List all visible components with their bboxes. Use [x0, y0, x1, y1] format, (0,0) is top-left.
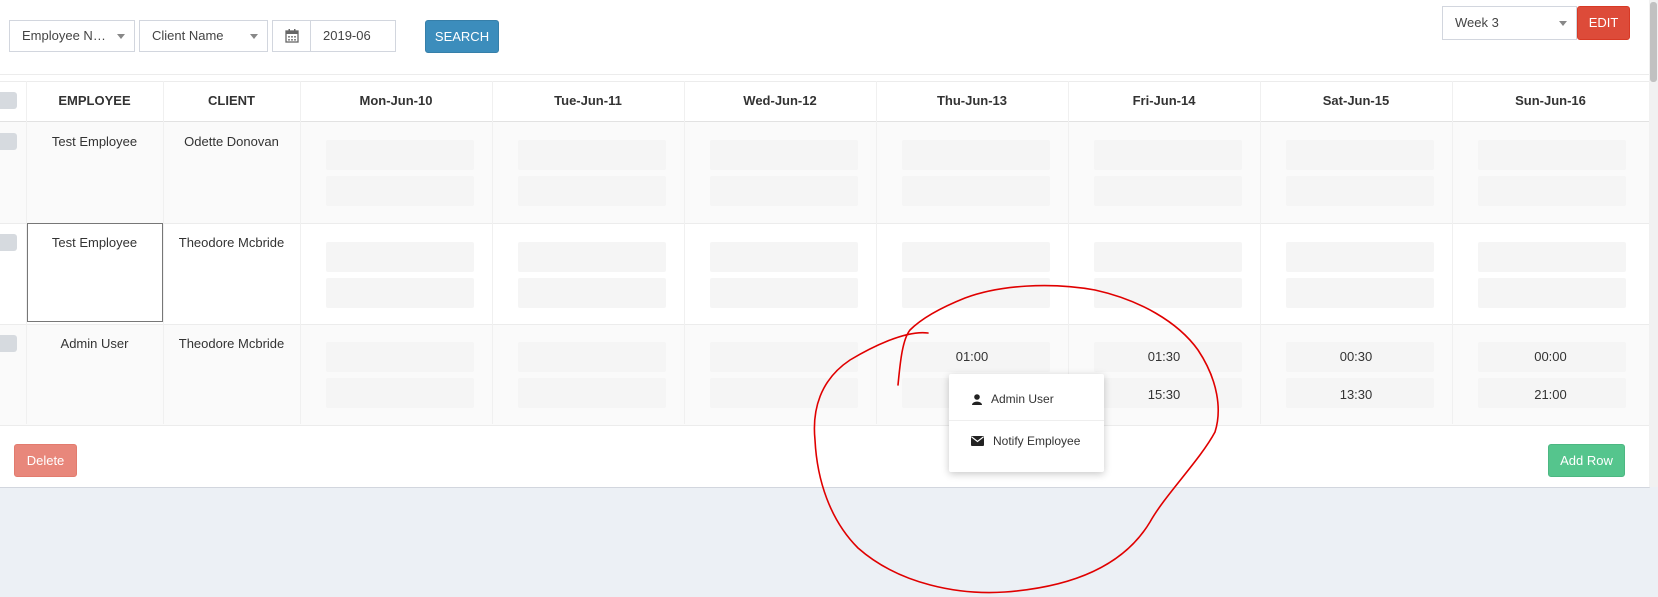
time-slot[interactable] — [902, 278, 1050, 308]
search-button[interactable]: SEARCH — [425, 20, 499, 53]
row-checkbox[interactable] — [0, 133, 17, 150]
header-wed: Wed-Jun-12 — [743, 93, 817, 108]
edit-button[interactable]: EDIT — [1577, 6, 1630, 40]
time-slot[interactable] — [326, 278, 474, 308]
menu-item-admin-user[interactable]: Admin User — [949, 379, 1104, 419]
time-slot[interactable] — [518, 242, 666, 272]
menu-item-notify-employee[interactable]: Notify Employee — [949, 421, 1104, 461]
time-slot[interactable] — [1478, 140, 1626, 170]
week-select-value: Week 3 — [1455, 15, 1499, 30]
row-checkbox[interactable] — [0, 335, 17, 352]
time-slot[interactable] — [902, 242, 1050, 272]
chevron-down-icon — [117, 34, 125, 39]
time-slot[interactable] — [1478, 176, 1626, 206]
column-divider — [876, 81, 877, 424]
time-slot[interactable] — [1094, 140, 1242, 170]
time-sun-end[interactable]: 21:00 — [1452, 387, 1649, 402]
month-input[interactable]: 2019-06 — [310, 20, 396, 52]
header-bottom-border — [0, 121, 1649, 122]
context-menu: Admin User Notify Employee — [949, 374, 1104, 472]
column-divider — [163, 81, 164, 424]
menu-item-label: Notify Employee — [993, 434, 1081, 448]
row-client[interactable]: Theodore Mcbride — [163, 336, 300, 351]
header-mon: Mon-Jun-10 — [359, 93, 433, 108]
time-slot[interactable] — [326, 342, 474, 372]
client-filter-value: Client Name — [152, 28, 224, 43]
time-slot[interactable] — [326, 140, 474, 170]
time-slot[interactable] — [710, 176, 858, 206]
header-thu: Thu-Jun-13 — [936, 93, 1008, 108]
row-divider — [0, 324, 1649, 325]
time-slot[interactable] — [1478, 242, 1626, 272]
header-tue: Tue-Jun-11 — [554, 93, 622, 108]
time-slot[interactable] — [710, 342, 858, 372]
time-thu-start[interactable]: 01:00 — [876, 349, 1068, 364]
row-checkbox[interactable] — [0, 234, 17, 251]
user-icon — [972, 394, 982, 405]
time-slot[interactable] — [1286, 176, 1434, 206]
header-fri: Fri-Jun-14 — [1132, 93, 1196, 108]
column-divider — [1452, 81, 1453, 424]
time-slot[interactable] — [902, 176, 1050, 206]
calendar-icon — [285, 29, 299, 43]
client-filter-select[interactable]: Client Name — [139, 20, 268, 52]
row-client[interactable]: Theodore Mcbride — [163, 235, 300, 250]
time-slot[interactable] — [1286, 242, 1434, 272]
employee-filter-select[interactable]: Employee Na... — [9, 20, 135, 52]
header-client: CLIENT — [208, 93, 255, 108]
time-slot[interactable] — [1478, 278, 1626, 308]
add-row-button[interactable]: Add Row — [1548, 444, 1625, 477]
column-divider — [300, 81, 301, 424]
column-divider — [1068, 81, 1069, 424]
time-slot[interactable] — [518, 140, 666, 170]
row-employee[interactable]: Admin User — [26, 336, 163, 351]
time-slot[interactable] — [518, 176, 666, 206]
time-slot[interactable] — [326, 378, 474, 408]
time-sat-end[interactable]: 13:30 — [1260, 387, 1452, 402]
time-slot[interactable] — [518, 378, 666, 408]
time-slot[interactable] — [1286, 140, 1434, 170]
time-slot[interactable] — [518, 342, 666, 372]
toolbar-divider — [0, 74, 1649, 75]
time-slot[interactable] — [710, 378, 858, 408]
time-slot[interactable] — [1286, 278, 1434, 308]
time-slot[interactable] — [1094, 176, 1242, 206]
select-all-checkbox[interactable] — [0, 92, 17, 109]
column-divider — [492, 81, 493, 424]
chevron-down-icon — [1559, 21, 1567, 26]
envelope-icon — [971, 436, 984, 446]
row-employee[interactable]: Test Employee — [26, 235, 163, 250]
time-slot[interactable] — [710, 140, 858, 170]
time-slot[interactable] — [710, 278, 858, 308]
employee-filter-value: Employee Na... — [22, 28, 111, 43]
header-sun: Sun-Jun-16 — [1515, 93, 1586, 108]
time-sat-start[interactable]: 00:30 — [1260, 349, 1452, 364]
column-divider — [684, 81, 685, 424]
row-client[interactable]: Odette Donovan — [163, 134, 300, 149]
time-slot[interactable] — [1094, 242, 1242, 272]
time-slot[interactable] — [902, 140, 1050, 170]
chevron-down-icon — [250, 34, 258, 39]
time-slot[interactable] — [1094, 278, 1242, 308]
row-divider — [0, 425, 1649, 426]
time-sun-start[interactable]: 00:00 — [1452, 349, 1649, 364]
time-slot[interactable] — [326, 176, 474, 206]
scrollbar-thumb[interactable] — [1650, 2, 1657, 82]
time-slot[interactable] — [518, 278, 666, 308]
week-select[interactable]: Week 3 — [1442, 6, 1577, 40]
row-employee[interactable]: Test Employee — [26, 134, 163, 149]
header-sat: Sat-Jun-15 — [1322, 93, 1390, 108]
delete-button[interactable]: Delete — [14, 444, 77, 477]
column-divider — [1260, 81, 1261, 424]
row-divider — [0, 223, 1649, 224]
date-addon[interactable] — [272, 20, 311, 52]
header-employee: EMPLOYEE — [58, 93, 131, 108]
time-slot[interactable] — [710, 242, 858, 272]
menu-item-label: Admin User — [991, 392, 1054, 406]
time-slot[interactable] — [326, 242, 474, 272]
time-fri-start[interactable]: 01:30 — [1068, 349, 1260, 364]
